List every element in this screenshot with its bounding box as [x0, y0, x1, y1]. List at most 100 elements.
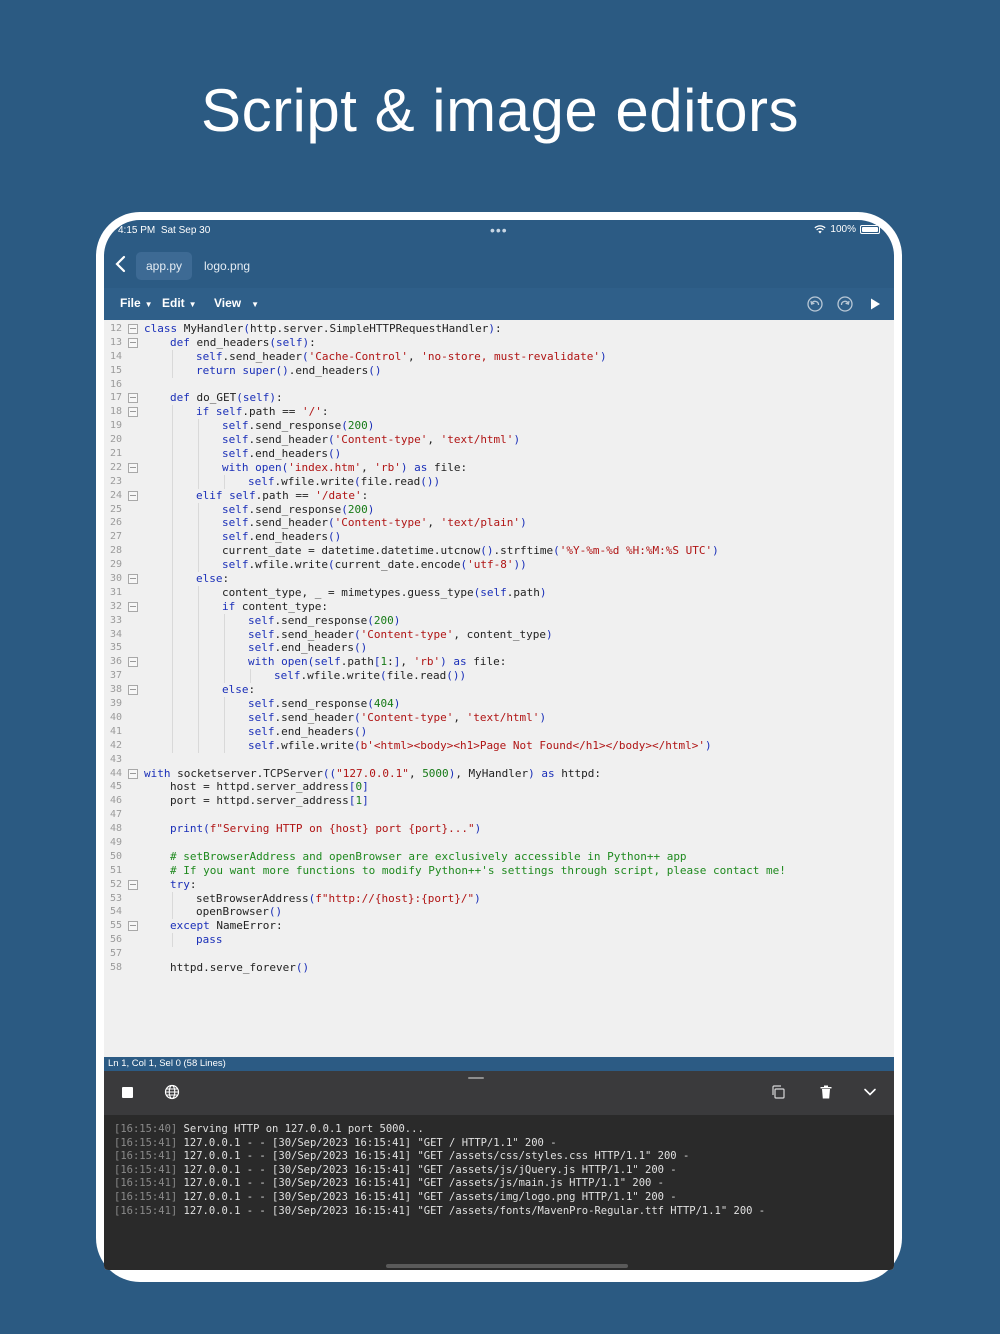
- fold-toggle-icon[interactable]: [128, 574, 138, 585]
- code-line[interactable]: 49: [104, 836, 894, 850]
- undo-icon[interactable]: [806, 295, 824, 313]
- code-line[interactable]: 23 self.wfile.write(file.read()): [104, 474, 894, 489]
- fold-toggle-icon[interactable]: [128, 879, 138, 890]
- code-line[interactable]: 26 self.send_header('Content-type', 'text…: [104, 516, 894, 531]
- fold-toggle-icon[interactable]: [128, 337, 138, 348]
- indent-guide: [172, 419, 173, 434]
- console-timestamp: [16:15:41]: [114, 1136, 178, 1149]
- indent-guide: [224, 738, 225, 753]
- code-line[interactable]: 46 port = httpd.server_address[1]: [104, 794, 894, 808]
- panel-resize-handle[interactable]: [468, 1077, 484, 1079]
- back-chevron-icon[interactable]: [114, 255, 128, 273]
- code-line[interactable]: 51 # If you want more functions to modify…: [104, 864, 894, 878]
- fold-toggle-icon[interactable]: [128, 393, 138, 404]
- code-line[interactable]: 13 def end_headers(self):: [104, 336, 894, 350]
- line-number: 36: [109, 656, 122, 668]
- code-editor[interactable]: 12 class MyHandler(http.server.SimpleHTTP…: [104, 320, 894, 1057]
- code-text: with open('index.htm', 'rb') as file:: [222, 460, 468, 474]
- fold-toggle-icon[interactable]: [128, 768, 138, 779]
- code-line[interactable]: 54 openBrowser(): [104, 905, 894, 920]
- chevron-down-icon[interactable]: [862, 1084, 878, 1100]
- code-line[interactable]: 16: [104, 378, 894, 392]
- fold-toggle-icon[interactable]: [128, 657, 138, 668]
- fold-toggle-icon[interactable]: [128, 490, 138, 501]
- code-line[interactable]: 38 else:: [104, 683, 894, 698]
- line-number: 44: [109, 767, 122, 779]
- code-line[interactable]: 29 self.wfile.write(current_date.encode('…: [104, 558, 894, 573]
- indent-guide: [172, 433, 173, 448]
- code-line[interactable]: 14 self.send_header('Cache-Control', 'no-…: [104, 349, 894, 364]
- multitask-dots-icon[interactable]: •••: [490, 222, 508, 238]
- code-line[interactable]: 36 with open(self.path[1:], 'rb') as file…: [104, 655, 894, 670]
- console-line: [16:15:40] Serving HTTP on 127.0.0.1 por…: [114, 1123, 894, 1137]
- code-line[interactable]: 34 self.send_header('Content-type', conte…: [104, 627, 894, 642]
- code-line[interactable]: 45 host = httpd.server_address[0]: [104, 780, 894, 794]
- code-line[interactable]: 50 # setBrowserAddress and openBrowser ar…: [104, 850, 894, 864]
- code-line[interactable]: 41 self.end_headers(): [104, 724, 894, 739]
- code-line[interactable]: 42 self.wfile.write(b'<html><body><h1>Pag…: [104, 738, 894, 753]
- globe-icon[interactable]: [164, 1084, 180, 1100]
- code-line[interactable]: 17 def do_GET(self):: [104, 391, 894, 405]
- code-line[interactable]: 35 self.end_headers(): [104, 641, 894, 656]
- code-text: self.send_response(200): [222, 502, 375, 516]
- console-message: 127.0.0.1 - - [30/Sep/2023 16:15:41] "GE…: [183, 1204, 766, 1217]
- code-line[interactable]: 25 self.send_response(200): [104, 502, 894, 517]
- code-line[interactable]: 48 print(f"Serving HTTP on {host} port {p…: [104, 822, 894, 836]
- code-line[interactable]: 58 httpd.serve_forever(): [104, 961, 894, 975]
- code-line[interactable]: 28 current_date = datetime.datetime.utcno…: [104, 544, 894, 559]
- indent-guide: [172, 502, 173, 517]
- fold-toggle-icon[interactable]: [128, 921, 138, 932]
- indent-guide: [172, 572, 173, 586]
- code-line[interactable]: 44 with socketserver.TCPServer(("127.0.0.…: [104, 767, 894, 781]
- code-line[interactable]: 12 class MyHandler(http.server.SimpleHTTP…: [104, 322, 894, 336]
- battery-icon: [860, 225, 880, 234]
- console-output[interactable]: [16:15:40] Serving HTTP on 127.0.0.1 por…: [104, 1115, 894, 1270]
- fold-toggle-icon[interactable]: [128, 685, 138, 696]
- code-text: else:: [222, 683, 256, 697]
- trash-icon[interactable]: [818, 1084, 834, 1100]
- code-line[interactable]: 43: [104, 753, 894, 767]
- code-line[interactable]: 56 pass: [104, 933, 894, 948]
- code-line[interactable]: 20 self.send_header('Content-type', 'text…: [104, 433, 894, 448]
- code-line[interactable]: 19 self.send_response(200): [104, 419, 894, 434]
- fold-toggle-icon[interactable]: [128, 462, 138, 473]
- code-line[interactable]: 52 try:: [104, 878, 894, 892]
- run-play-icon[interactable]: [866, 295, 884, 313]
- code-text: print(f"Serving HTTP on {host} port {por…: [170, 822, 482, 836]
- code-line[interactable]: 18 if self.path == '/':: [104, 405, 894, 420]
- menu-file[interactable]: File ▼: [120, 296, 153, 310]
- indent-guide: [172, 585, 173, 600]
- code-line[interactable]: 27 self.end_headers(): [104, 530, 894, 545]
- redo-icon[interactable]: [836, 295, 854, 313]
- code-line[interactable]: 24 elif self.path == '/date':: [104, 488, 894, 503]
- code-line[interactable]: 39 self.send_response(404): [104, 697, 894, 711]
- menu-view[interactable]: View ▼: [214, 296, 259, 310]
- code-line[interactable]: 33 self.send_response(200): [104, 613, 894, 628]
- code-line[interactable]: 21 self.end_headers(): [104, 447, 894, 461]
- line-number: 39: [109, 698, 122, 710]
- code-line[interactable]: 57: [104, 947, 894, 961]
- line-number: 48: [109, 823, 122, 835]
- stop-icon[interactable]: [119, 1084, 135, 1100]
- code-line[interactable]: 47: [104, 808, 894, 822]
- code-line[interactable]: 55 except NameError:: [104, 919, 894, 933]
- console-toolbar: [104, 1071, 894, 1115]
- code-line[interactable]: 31 content_type, _ = mimetypes.guess_type…: [104, 585, 894, 600]
- tab-logo-png[interactable]: logo.png: [194, 252, 260, 280]
- code-line[interactable]: 15 return super().end_headers(): [104, 363, 894, 378]
- copy-icon[interactable]: [770, 1084, 786, 1100]
- code-line[interactable]: 37 self.wfile.write(file.read()): [104, 669, 894, 684]
- code-line[interactable]: 30 else:: [104, 572, 894, 586]
- fold-toggle-icon[interactable]: [128, 324, 138, 334]
- line-number: 24: [109, 489, 122, 501]
- code-line[interactable]: 32 if content_type:: [104, 599, 894, 614]
- code-line[interactable]: 53 setBrowserAddress(f"http://{host}:{por…: [104, 891, 894, 906]
- indent-guide: [172, 905, 173, 920]
- code-text: self.wfile.write(file.read()): [274, 669, 467, 683]
- code-line[interactable]: 22 with open('index.htm', 'rb') as file:: [104, 460, 894, 475]
- fold-toggle-icon[interactable]: [128, 601, 138, 612]
- fold-toggle-icon[interactable]: [128, 407, 138, 418]
- menu-edit[interactable]: Edit ▼: [162, 296, 197, 310]
- code-line[interactable]: 40 self.send_header('Content-type', 'text…: [104, 710, 894, 725]
- tab-app-py[interactable]: app.py: [136, 252, 193, 280]
